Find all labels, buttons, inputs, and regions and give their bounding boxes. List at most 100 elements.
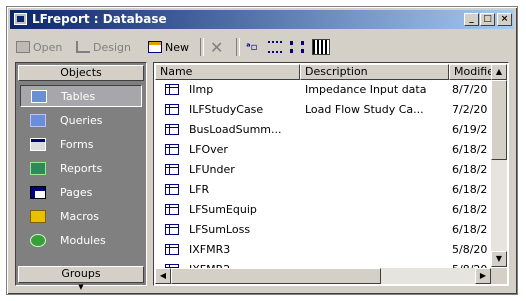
toolbar-separator [236, 38, 240, 56]
table-icon [165, 124, 179, 135]
column-header-name[interactable]: Name [155, 64, 300, 80]
groups-header[interactable]: Groups [18, 266, 144, 283]
form-icon [30, 137, 46, 151]
open-button[interactable]: Open [16, 37, 62, 57]
table-row[interactable]: BusLoadSumm... 6/19/2 [155, 120, 495, 140]
table-icon [165, 244, 179, 255]
new-object-icon [148, 41, 162, 53]
table-icon [165, 204, 179, 215]
object-list: Name Description Modifie IImp Impedance … [153, 62, 509, 286]
database-window: LFreport : Database _ □ × Open Design Ne… [6, 6, 518, 295]
delete-button[interactable]: ✕ [210, 37, 223, 57]
row-name: IImp [189, 83, 214, 96]
row-modified: 7/2/20 [452, 103, 488, 116]
small-icons-button[interactable] [268, 37, 282, 57]
new-label: New [165, 40, 189, 54]
objects-header[interactable]: Objects [18, 65, 144, 81]
row-modified: 6/18/2 [452, 203, 488, 216]
objects-bar: Objects Tables Queries Forms Reports Pag… [15, 62, 147, 291]
row-name: BusLoadSumm... [189, 123, 282, 136]
window-title: LFreport : Database [32, 12, 167, 26]
row-modified: 6/18/2 [452, 143, 488, 156]
large-icons-icon: ᵃ▫ [246, 41, 258, 53]
details-view-button[interactable] [312, 37, 330, 57]
table-row[interactable]: IImp Impedance Input data 8/7/20 [155, 80, 495, 100]
object-item-queries[interactable]: Queries [20, 109, 142, 131]
row-modified: 6/19/2 [452, 123, 488, 136]
row-modified: 6/18/2 [452, 163, 488, 176]
title-bar[interactable]: LFreport : Database _ □ × [10, 10, 514, 29]
object-item-pages[interactable]: Pages [20, 181, 142, 203]
table-row[interactable]: LFOver 6/18/2 [155, 140, 495, 160]
vertical-scrollbar[interactable]: ▲ ▼ [491, 64, 507, 267]
close-button[interactable]: × [497, 13, 512, 26]
database-icon[interactable] [14, 13, 27, 25]
row-modified: 6/18/2 [452, 223, 488, 236]
row-description: Impedance Input data [305, 83, 427, 96]
table-row[interactable]: LFSumLoss 6/18/2 [155, 220, 495, 240]
object-item-modules[interactable]: Modules [20, 229, 142, 251]
horizontal-scrollbar[interactable]: ◀ ▶ [155, 268, 491, 284]
open-icon [16, 41, 30, 53]
object-item-forms[interactable]: Forms [20, 133, 142, 155]
table-icon [165, 144, 179, 155]
row-name: ILFStudyCase [189, 103, 264, 116]
table-icon [165, 104, 179, 115]
details-view-icon [312, 39, 330, 55]
macro-icon [30, 209, 46, 223]
column-header-description[interactable]: Description [300, 64, 449, 80]
design-label: Design [93, 40, 131, 54]
open-label: Open [33, 40, 63, 54]
table-icon [165, 164, 179, 175]
object-item-tables[interactable]: Tables [20, 85, 142, 107]
design-icon [76, 41, 90, 53]
scroll-up-icon[interactable]: ▲ [491, 64, 507, 80]
large-icons-button[interactable]: ᵃ▫ [246, 37, 257, 57]
delete-icon: ✕ [210, 37, 224, 57]
report-icon [30, 161, 46, 175]
toolbar-separator [200, 38, 204, 56]
list-view-button[interactable] [290, 37, 304, 57]
row-description: Load Flow Study Ca... [305, 103, 424, 116]
scroll-down-icon[interactable]: ▼ [491, 251, 507, 267]
list-view-icon [290, 41, 304, 53]
row-name: LFSumEquip [189, 203, 257, 216]
table-row[interactable]: LFSumEquip 6/18/2 [155, 200, 495, 220]
scroll-right-icon[interactable]: ▶ [475, 268, 491, 284]
vertical-scroll-thumb[interactable] [491, 80, 507, 160]
table-icon [165, 184, 179, 195]
object-label: Modules [60, 233, 106, 247]
row-modified: 5/8/20 [452, 243, 488, 256]
row-name: LFR [189, 183, 210, 196]
scroll-left-icon[interactable]: ◀ [155, 268, 171, 284]
row-modified: 8/7/20 [452, 83, 488, 96]
table-row[interactable]: LFUnder 6/18/2 [155, 160, 495, 180]
maximize-button[interactable]: □ [480, 13, 495, 26]
design-button[interactable]: Design [76, 37, 131, 57]
object-label: Queries [60, 113, 103, 127]
object-item-reports[interactable]: Reports [20, 157, 142, 179]
page-icon [30, 185, 46, 199]
table-row[interactable]: LFR 6/18/2 [155, 180, 495, 200]
scrollbar-corner [491, 268, 507, 284]
table-row[interactable]: IXFMR3 5/8/20 [155, 240, 495, 260]
table-icon [165, 84, 179, 95]
module-icon [30, 233, 46, 247]
table-icon [31, 89, 47, 103]
toolbar: Open Design New ✕ ᵃ▫ [10, 32, 514, 60]
row-name: IXFMR3 [189, 243, 231, 256]
row-name: LFSumLoss [189, 223, 251, 236]
database-body: Objects Tables Queries Forms Reports Pag… [15, 62, 509, 291]
object-label: Tables [61, 89, 96, 103]
minimize-button[interactable]: _ [464, 13, 479, 26]
table-row[interactable]: ILFStudyCase Load Flow Study Ca... 7/2/2… [155, 100, 495, 120]
row-modified: 6/18/2 [452, 183, 488, 196]
horizontal-scroll-thumb[interactable] [171, 268, 381, 284]
row-name: LFUnder [189, 163, 235, 176]
object-label: Reports [60, 161, 103, 175]
new-button[interactable]: New [148, 37, 189, 57]
object-item-macros[interactable]: Macros [20, 205, 142, 227]
small-icons-icon [268, 41, 282, 53]
query-icon [30, 113, 46, 127]
object-label: Pages [60, 185, 93, 199]
